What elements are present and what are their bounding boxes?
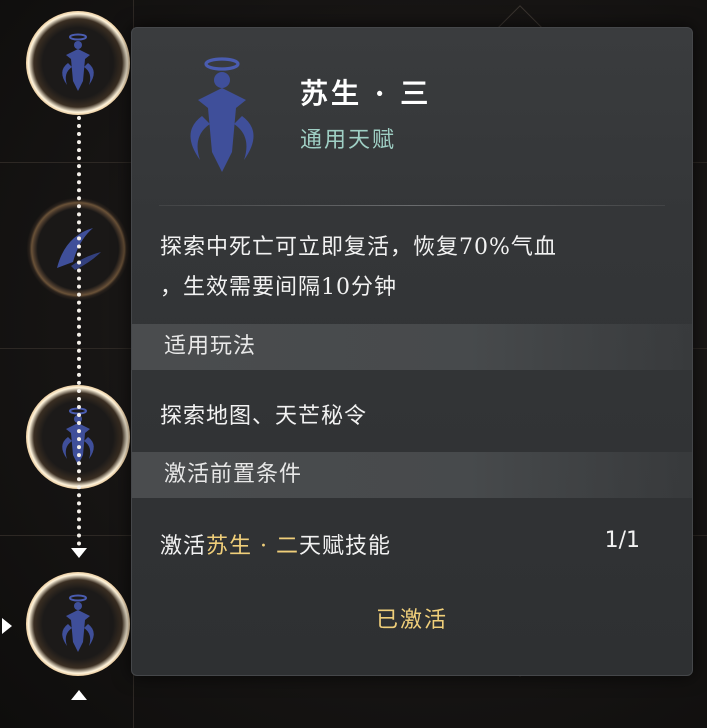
talent-tooltip: 苏生 · 三 通用天赋 探索中死亡可立即复活，恢复70%气血 ，生效需要间隔10… bbox=[131, 27, 693, 676]
revive-figure-icon bbox=[190, 57, 254, 172]
arrow-up-icon bbox=[71, 690, 87, 700]
revive-figure-icon bbox=[62, 594, 94, 652]
section-title: 激活前置条件 bbox=[164, 462, 303, 487]
section-title: 适用玩法 bbox=[164, 334, 257, 359]
requirement-prefix: 激活 bbox=[160, 534, 207, 559]
description-line: 探索中死亡可立即复活，恢复70%气血 bbox=[160, 235, 557, 260]
selection-arrow-icon bbox=[2, 618, 12, 634]
requirement-progress: 1/1 bbox=[604, 528, 640, 553]
revive-figure-icon bbox=[62, 33, 94, 91]
talent-node-revive-3-selected[interactable] bbox=[26, 572, 130, 676]
divider bbox=[159, 205, 665, 206]
prerequisite-header: 激活前置条件 bbox=[132, 452, 692, 498]
talent-connector-line bbox=[77, 116, 85, 546]
requirement-suffix: 天赋技能 bbox=[299, 534, 392, 559]
required-talent-name: 苏生 · 二 bbox=[206, 534, 299, 559]
talent-description: 探索中死亡可立即复活，恢复70%气血 ，生效需要间隔10分钟 bbox=[160, 228, 660, 308]
talent-title: 苏生 · 三 bbox=[300, 77, 432, 110]
prerequisite-requirement: 激活苏生 · 二天赋技能 bbox=[160, 528, 391, 560]
applicable-modes-value: 探索地图、天芒秘令 bbox=[160, 404, 368, 429]
applicable-modes-header: 适用玩法 bbox=[132, 324, 692, 370]
talent-node-revive-1[interactable] bbox=[26, 11, 130, 115]
activation-status: 已激活 bbox=[375, 608, 448, 633]
talent-category: 通用天赋 bbox=[300, 128, 397, 153]
description-line: ，生效需要间隔10分钟 bbox=[160, 275, 397, 300]
arrow-down-icon bbox=[71, 548, 87, 558]
